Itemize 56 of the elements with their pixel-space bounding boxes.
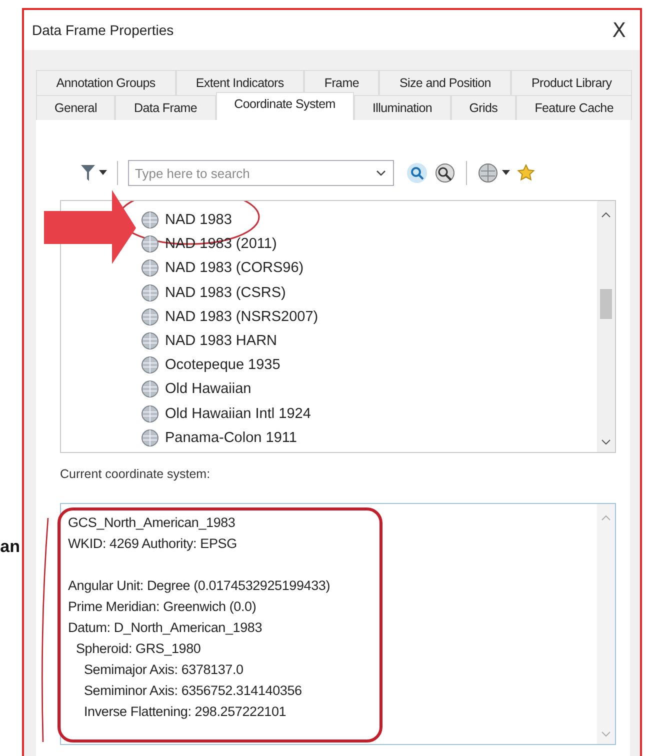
tab[interactable]: Illumination	[354, 95, 451, 120]
globe-icon	[141, 332, 159, 350]
cropped-text: an	[0, 537, 20, 557]
globe-icon	[141, 428, 159, 447]
tab[interactable]: Annotation Groups	[36, 70, 176, 95]
detail-line: Semimajor Axis: 6378137.0	[84, 661, 244, 679]
list-item[interactable]: Old Hawaiian Intl 1924	[165, 406, 311, 422]
globe-icon	[141, 211, 159, 230]
globe-icon	[141, 235, 159, 254]
tab[interactable]: Coordinate System	[216, 92, 354, 120]
search-field[interactable]: Type here to search	[128, 160, 394, 186]
globe-icon	[141, 380, 159, 398]
tab[interactable]: Frame	[304, 70, 380, 95]
list-item[interactable]: Ocotepeque 1935	[165, 357, 280, 374]
globe-icon	[141, 284, 159, 302]
detail-line: Prime Meridian: Greenwich (0.0)	[68, 598, 256, 616]
detail-line: Angular Unit: Degree (0.0174532925199433)	[68, 577, 330, 595]
list-item[interactable]: Panama-Colon 1911	[165, 430, 297, 446]
globe-icon[interactable]	[477, 162, 499, 184]
globe-icon	[141, 308, 159, 326]
tab[interactable]: Size and Position	[379, 70, 512, 95]
globe-icon	[141, 404, 159, 423]
dropdown-icon[interactable]	[376, 170, 386, 177]
scroll-up-icon[interactable]	[601, 211, 611, 219]
detail-line: GCS_North_American_1983	[68, 514, 236, 532]
detail-line: Spheroid: GRS_1980	[76, 640, 201, 658]
list-item[interactable]: NAD 1983 (CORS96)	[165, 260, 304, 276]
tab[interactable]: Extent Indicators	[176, 70, 304, 95]
close-button[interactable]: X	[608, 18, 630, 42]
detail-line: Inverse Flattening: 298.257222101	[84, 703, 286, 721]
detail-line: Semiminor Axis: 6356752.314140356	[84, 682, 302, 700]
caret-icon[interactable]	[99, 170, 107, 176]
list-item[interactable]: NAD 1983 (NSRS2007)	[165, 308, 318, 325]
detail-line: Datum: D_North_American_1983	[68, 619, 262, 637]
filter-icon[interactable]	[80, 163, 96, 183]
list-item[interactable]: NAD 1983 HARN	[165, 333, 278, 350]
window-title: Data Frame Properties	[32, 22, 174, 38]
section-label: Current coordinate system:	[60, 467, 212, 481]
caret-icon[interactable]	[502, 170, 510, 176]
list-item[interactable]: NAD 1983	[165, 212, 232, 228]
scrollbar[interactable]	[597, 201, 615, 452]
globe-icon	[141, 356, 159, 374]
search-icon[interactable]	[406, 162, 428, 184]
scroll-thumb[interactable]	[600, 289, 612, 319]
detail-line: WKID: 4269 Authority: EPSG	[68, 535, 237, 553]
globe-search-icon[interactable]	[434, 162, 456, 184]
tab[interactable]: Feature Cache	[516, 95, 632, 120]
globe-icon	[141, 259, 159, 278]
scroll-down-icon[interactable]	[601, 438, 611, 446]
tab[interactable]: General	[36, 95, 116, 120]
list-item[interactable]: NAD 1983 (CSRS)	[165, 284, 286, 301]
tab[interactable]: Grids	[450, 95, 516, 120]
list-item[interactable]: Old Hawaiian	[165, 381, 252, 398]
tab[interactable]: Product Library	[511, 70, 632, 95]
tab[interactable]: Data Frame	[115, 95, 216, 120]
favorite-star-icon[interactable]	[516, 163, 536, 183]
